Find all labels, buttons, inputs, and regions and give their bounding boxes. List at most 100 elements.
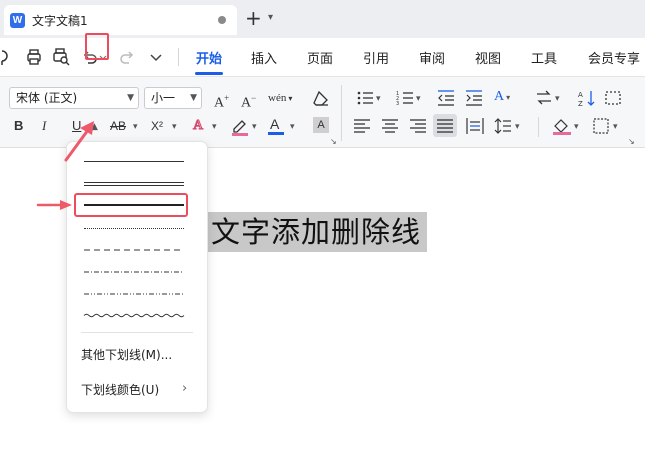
menu-tab-view[interactable]: 视图: [475, 48, 501, 67]
underline-style-double[interactable]: [75, 173, 199, 195]
svg-text:A: A: [578, 91, 583, 99]
selected-style-highlight: [74, 193, 188, 217]
single-line-sample: [84, 161, 184, 162]
justify-button-bg[interactable]: [433, 114, 457, 137]
bullet-list-icon[interactable]: [356, 89, 374, 107]
underline-style-single[interactable]: [75, 151, 199, 173]
strikethrough-button[interactable]: AB: [110, 117, 126, 135]
menu-tab-review[interactable]: 审阅: [419, 48, 445, 67]
format-painter-icon[interactable]: [0, 47, 16, 67]
grow-font-label: A: [214, 95, 225, 111]
menu-tab-member[interactable]: 会员专享: [588, 48, 640, 67]
more-underlines-item[interactable]: 其他下划线(M)...: [81, 346, 172, 363]
borders-icon[interactable]: [593, 118, 609, 134]
align-right-icon[interactable]: [410, 119, 426, 133]
svg-text:3: 3: [396, 101, 399, 107]
font-color-bar: [268, 132, 284, 135]
ribbon-divider: [341, 85, 342, 141]
new-tab-button[interactable]: +: [245, 5, 262, 31]
phonetic-guide-button[interactable]: wén ▾: [268, 89, 292, 108]
highlight-pen-icon[interactable]: [230, 116, 250, 136]
document-tab[interactable]: W 文字文稿1: [4, 5, 237, 35]
underline-dropdown-highlight: [85, 33, 109, 60]
menu-tab-tools[interactable]: 工具: [531, 48, 557, 67]
swap-chevron-icon[interactable]: ▾: [555, 94, 560, 104]
menu-tab-insert[interactable]: 插入: [251, 48, 277, 67]
underline-style-dashed[interactable]: [75, 239, 199, 261]
underline-style-dotted[interactable]: [75, 217, 199, 239]
writer-logo-icon: W: [10, 13, 25, 28]
underline-color-item[interactable]: 下划线颜色(U): [81, 381, 159, 398]
tab-list-chevron-icon[interactable]: ▾: [268, 12, 273, 23]
dotted-line-sample: [84, 228, 184, 229]
align-center-icon[interactable]: [382, 119, 398, 133]
menu-tab-references[interactable]: 引用: [363, 48, 389, 67]
underline-button[interactable]: U: [72, 117, 81, 135]
menu-divider: [81, 332, 193, 333]
redo-icon[interactable]: [117, 47, 137, 67]
show-marks-icon[interactable]: [604, 89, 622, 107]
align-left-icon[interactable]: [354, 119, 370, 133]
paragraph-dialog-launcher-icon[interactable]: ↘: [628, 137, 635, 146]
increase-indent-icon[interactable]: [465, 89, 483, 107]
text-effect-label: A: [192, 118, 204, 134]
shading-chevron-icon[interactable]: ▾: [574, 122, 579, 132]
submenu-chevron-right-icon: ›: [182, 381, 188, 396]
dashed-line-sample: [84, 249, 184, 251]
text-effect-chevron-icon[interactable]: ▾: [212, 122, 217, 132]
font-size-chevron-icon: ▼: [190, 93, 197, 103]
justify-icon: [437, 119, 453, 133]
font-color-chevron-icon[interactable]: ▾: [290, 122, 295, 132]
superscript-chevron-icon[interactable]: ▾: [172, 122, 177, 132]
borders-chevron-icon[interactable]: ▾: [613, 122, 618, 132]
line-spacing-icon[interactable]: [494, 117, 512, 135]
menu-tab-home[interactable]: 开始: [196, 48, 222, 67]
underline-style-dash-dot[interactable]: [75, 261, 199, 283]
phonetic-label: wén: [268, 92, 287, 104]
font-size-value: 小一: [151, 91, 176, 105]
underline-style-wave[interactable]: [75, 305, 199, 327]
print-icon[interactable]: [24, 47, 44, 67]
sort-icon[interactable]: AZ: [578, 89, 596, 108]
char-shading-button[interactable]: A: [313, 117, 329, 133]
font-color-button[interactable]: A: [270, 115, 279, 133]
font-dialog-launcher-icon[interactable]: ↘: [330, 137, 337, 146]
menu-tab-page[interactable]: 页面: [307, 48, 333, 67]
dash-dot-line-sample: [84, 271, 184, 273]
double-line-sample: [84, 182, 184, 186]
grow-font-button[interactable]: A+: [214, 89, 229, 113]
distributed-align-icon[interactable]: [466, 117, 484, 135]
underline-style-dash-dot-dot[interactable]: [75, 283, 199, 305]
svg-text:Z: Z: [578, 100, 583, 108]
ribbon-divider-small: [538, 117, 539, 137]
font-name-select[interactable]: 宋体 (正文) ▼: [9, 87, 139, 109]
font-name-value: 宋体 (正文): [16, 91, 78, 105]
line-spacing-chevron-icon[interactable]: ▾: [515, 122, 520, 132]
bold-button[interactable]: B: [14, 117, 23, 135]
underline-chevron-icon[interactable]: ▲: [91, 122, 98, 132]
decrease-indent-icon[interactable]: [437, 89, 455, 107]
text-direction-label: A: [494, 89, 505, 104]
paragraph-shading-icon[interactable]: [552, 117, 572, 135]
shrink-font-button[interactable]: A−: [241, 89, 256, 113]
line-spacing-swap-icon[interactable]: [535, 89, 553, 107]
print-preview-icon[interactable]: [51, 47, 71, 67]
menu-divider: [178, 48, 179, 66]
more-chevron-icon[interactable]: [146, 47, 166, 67]
unsaved-dot-icon[interactable]: [218, 16, 226, 24]
italic-button[interactable]: I: [42, 117, 46, 135]
highlight-chevron-icon[interactable]: ▾: [252, 122, 257, 132]
strikethrough-chevron-icon[interactable]: ▾: [133, 122, 138, 132]
superscript-button[interactable]: X²: [151, 117, 163, 135]
selected-document-text[interactable]: 文字添加删除线: [205, 212, 428, 252]
clear-format-eraser-icon[interactable]: [312, 89, 330, 107]
bullet-list-chevron-icon[interactable]: ▾: [376, 94, 381, 104]
wave-line-sample: [83, 313, 185, 318]
text-effect-button[interactable]: A: [192, 117, 204, 135]
shrink-font-label: A: [241, 95, 252, 111]
numbered-list-icon[interactable]: 123: [396, 89, 414, 107]
text-direction-button[interactable]: A ▾: [494, 88, 510, 107]
numbered-list-chevron-icon[interactable]: ▾: [416, 94, 421, 104]
font-color-label: A: [270, 116, 280, 132]
font-size-select[interactable]: 小一 ▼: [144, 87, 202, 109]
